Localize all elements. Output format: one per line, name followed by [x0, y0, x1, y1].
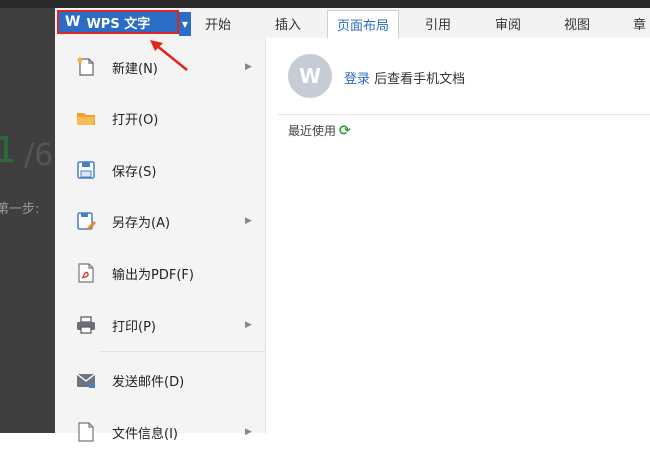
recent-section: 最近使用 ⟳ [288, 122, 351, 139]
submenu-arrow-icon: ▶ [245, 62, 252, 72]
menu-item-save-as[interactable]: 另存为(A) ▶ [55, 201, 265, 241]
tab-review[interactable]: 审阅 [495, 14, 521, 33]
menu-item-label: 打印(P) [112, 319, 156, 335]
open-folder-icon [77, 113, 95, 125]
menu-item-print[interactable]: 打印(P) ▶ [55, 305, 265, 345]
window-top-strip [0, 0, 650, 8]
wps-logo-icon: W [65, 14, 81, 30]
page-number: 1 [0, 130, 17, 171]
page-total: /6 [24, 138, 54, 173]
account-panel: W 登录 后查看手机文档 最近使用 ⟳ [266, 38, 650, 433]
submenu-arrow-icon: ▶ [245, 427, 252, 437]
menu-item-label: 输出为PDF(F) [112, 267, 194, 283]
menu-item-label: 新建(N) [112, 61, 158, 77]
menu-item-label: 保存(S) [112, 164, 157, 180]
tab-references[interactable]: 引用 [425, 14, 451, 33]
ribbon-tab-bar: W WPS 文字 ▼ 开始 插入 页面布局 引用 审阅 视图 章 [55, 8, 650, 39]
tab-view[interactable]: 视图 [564, 14, 590, 33]
menu-item-new[interactable]: 新建(N) ▶ [55, 47, 265, 87]
wps-app-menu-button[interactable]: W WPS 文字 ▼ [57, 10, 191, 36]
file-menu: 新建(N) ▶ 打开(O) 保存(S) 另存为(A) ▶ 输出为PDF(F) 打… [55, 38, 266, 442]
menu-item-save[interactable]: 保存(S) [55, 150, 265, 190]
login-suffix-text: 后查看手机文档 [370, 72, 466, 87]
menu-item-open[interactable]: 打开(O) [55, 98, 265, 138]
submenu-arrow-icon: ▶ [245, 320, 252, 330]
menu-item-export-pdf[interactable]: 输出为PDF(F) [55, 253, 265, 293]
save-as-icon [77, 212, 96, 230]
submenu-arrow-icon: ▶ [245, 216, 252, 226]
login-prompt: 登录 后查看手机文档 [344, 68, 465, 87]
panel-divider [278, 114, 650, 115]
refresh-icon[interactable]: ⟳ [339, 123, 351, 139]
export-pdf-icon [78, 263, 94, 283]
app-menu-label: WPS 文字 [86, 16, 151, 32]
menu-item-send-mail[interactable]: 发送邮件(D) [55, 360, 265, 400]
tab-insert[interactable]: 插入 [275, 14, 301, 33]
menu-item-label: 打开(O) [112, 112, 159, 128]
chevron-down-icon[interactable]: ▼ [179, 12, 191, 36]
avatar[interactable]: W [288, 54, 332, 98]
menu-item-label: 另存为(A) [112, 215, 171, 231]
tab-page-layout[interactable]: 页面布局 [327, 10, 400, 38]
tab-chapter[interactable]: 章 [633, 14, 646, 33]
login-link[interactable]: 登录 [344, 72, 370, 87]
recent-label: 最近使用 [288, 124, 337, 138]
menu-divider [100, 351, 265, 352]
save-icon [77, 161, 95, 179]
step-text: 第一步: [0, 202, 40, 217]
print-icon [77, 316, 95, 334]
wps-logo-icon: W [298, 64, 322, 88]
menu-item-label: 发送邮件(D) [112, 374, 185, 390]
mail-icon [76, 373, 96, 388]
menu-item-file-info[interactable]: 文件信息(I) ▶ [55, 412, 265, 452]
background-document: 1 /6 第一步: [0, 8, 55, 433]
tab-home[interactable]: 开始 [205, 14, 231, 33]
menu-item-label: 文件信息(I) [112, 426, 178, 442]
file-info-icon [78, 422, 94, 442]
new-document-icon [77, 57, 94, 76]
